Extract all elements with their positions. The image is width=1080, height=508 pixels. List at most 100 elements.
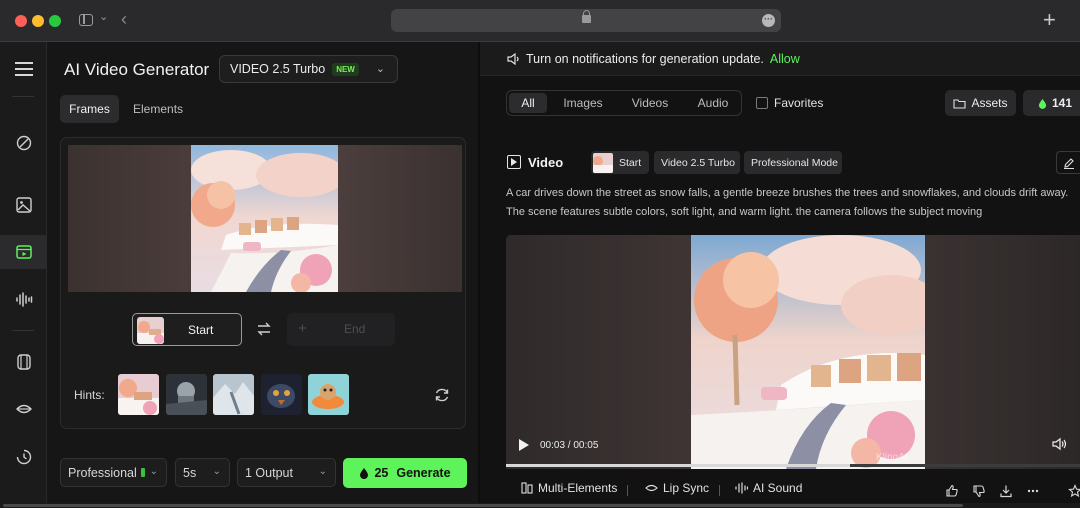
tab-videos[interactable]: Videos (622, 93, 678, 113)
rail-item-video[interactable] (0, 235, 47, 269)
tab-audio[interactable]: Audio (687, 93, 739, 113)
divider (12, 330, 34, 331)
image-icon (15, 197, 32, 213)
tag-start-frame: Start (591, 151, 649, 174)
menu-button[interactable] (0, 52, 47, 86)
duration-value: 5s (183, 465, 197, 480)
thumbs-up-icon[interactable] (945, 484, 959, 498)
rail-item-image[interactable] (0, 188, 47, 222)
close-window-icon[interactable] (15, 15, 27, 27)
progress-bar[interactable] (506, 464, 1080, 467)
pro-indicator (140, 468, 145, 477)
allow-link[interactable]: Allow (770, 52, 800, 66)
lip-sync-button[interactable]: Lip Sync (645, 481, 709, 495)
duration-select[interactable]: 5s ⌄ (175, 458, 230, 487)
nav-rail (0, 42, 47, 508)
notification-text: Turn on notifications for generation upd… (526, 52, 800, 66)
hint-thumbnail[interactable] (213, 374, 254, 415)
prompt-text: A car drives down the street as snow fal… (506, 187, 1069, 218)
tab-elements[interactable]: Elements (133, 95, 183, 123)
browser-toolbar: ⌄ ‹ ··· + (0, 0, 1080, 42)
credit-drop-icon (1038, 98, 1047, 109)
playback-time: 00:03 / 00:05 (540, 440, 599, 451)
notification-message: Turn on notifications for generation upd… (526, 52, 764, 66)
video-player[interactable]: 00:03 / 00:05 KlingAI (506, 235, 1080, 469)
rail-item-explore[interactable] (0, 126, 47, 160)
favorites-checkbox[interactable] (756, 97, 768, 109)
pencil-icon (1064, 158, 1074, 169)
volume-icon[interactable] (1052, 437, 1068, 451)
tab-frames[interactable]: Frames (60, 95, 119, 123)
divider (12, 96, 34, 97)
folder-icon (953, 98, 967, 109)
multi-elements-button[interactable]: Multi-Elements (521, 481, 617, 495)
favorites-label: Favorites (774, 96, 824, 110)
credits-button[interactable]: 141 (1023, 90, 1080, 116)
lips-icon (645, 484, 658, 492)
maximize-window-icon[interactable] (49, 15, 61, 27)
rail-item-elements[interactable] (0, 345, 47, 379)
model-select[interactable]: VIDEO 2.5 Turbo NEW ⌄ (219, 55, 398, 83)
hints-label: Hints: (74, 388, 105, 402)
generate-cost: 25 (374, 466, 389, 480)
refresh-icon[interactable] (434, 387, 450, 403)
chevron-down-icon[interactable]: ⌄ (99, 10, 108, 23)
magic-wand-icon (16, 135, 31, 151)
start-frame-thumbnail (593, 152, 613, 173)
minimize-window-icon[interactable] (32, 15, 44, 27)
hint-thumbnail[interactable] (261, 374, 302, 415)
assets-button[interactable]: Assets (945, 90, 1016, 116)
multi-elements-icon (521, 482, 533, 494)
rail-item-history[interactable] (0, 440, 47, 474)
sidebar-toggle-icon[interactable] (79, 14, 93, 26)
video-icon (15, 245, 32, 259)
menu-icon (14, 62, 33, 76)
divider (627, 485, 628, 496)
swap-icon[interactable] (256, 322, 272, 336)
tool-label: AI Sound (753, 481, 803, 495)
lips-icon (15, 404, 32, 414)
tab-images[interactable]: Images (555, 93, 611, 113)
lock-icon (582, 10, 591, 23)
tool-label: Multi-Elements (538, 481, 618, 495)
output-count-select[interactable]: 1 Output ⌄ (237, 458, 336, 487)
notification-bar: Turn on notifications for generation upd… (480, 42, 1080, 76)
generate-button[interactable]: 25 Generate (343, 458, 467, 488)
address-bar[interactable]: ··· (391, 9, 781, 32)
end-frame-button[interactable]: + End (287, 313, 395, 346)
filter-tabs: All Images Videos Audio (506, 90, 742, 116)
rail-item-audio[interactable] (0, 282, 47, 316)
hint-thumbnail[interactable] (118, 374, 159, 415)
start-frame-thumbnail (137, 317, 164, 344)
tab-all[interactable]: All (509, 93, 547, 113)
thumbs-down-icon[interactable] (972, 484, 986, 498)
tag-model: Video 2.5 Turbo (654, 151, 740, 174)
back-icon[interactable]: ‹ (121, 9, 127, 30)
start-frame-button[interactable]: Start (132, 313, 242, 346)
more-icon[interactable]: ··· (762, 14, 775, 27)
video-icon (507, 155, 521, 169)
mode-value: Professional (68, 465, 137, 480)
horizontal-scrollbar[interactable] (0, 503, 1080, 508)
tag-mode: Professional Mode (744, 151, 842, 174)
frame-preview (68, 145, 462, 292)
more-icon[interactable] (1026, 484, 1040, 498)
assets-label: Assets (971, 96, 1008, 110)
ai-sound-button[interactable]: AI Sound (735, 481, 802, 495)
edit-button[interactable] (1056, 151, 1080, 174)
mode-select[interactable]: Professional ⌄ (60, 458, 167, 487)
history-icon (16, 449, 31, 465)
download-icon[interactable] (999, 484, 1013, 498)
star-icon[interactable] (1068, 484, 1080, 498)
hint-thumbnail[interactable] (166, 374, 207, 415)
new-tab-icon[interactable]: + (1043, 7, 1056, 33)
hint-thumbnail[interactable] (308, 374, 349, 415)
start-frame-image (191, 145, 338, 292)
plus-icon: + (298, 320, 307, 337)
rail-item-lips[interactable] (0, 392, 47, 426)
credits-count: 141 (1052, 96, 1073, 110)
chevron-down-icon: ⌄ (318, 466, 327, 477)
canvas-icon (16, 354, 31, 370)
scrollbar-thumb[interactable] (3, 504, 963, 507)
play-icon[interactable] (519, 439, 529, 451)
